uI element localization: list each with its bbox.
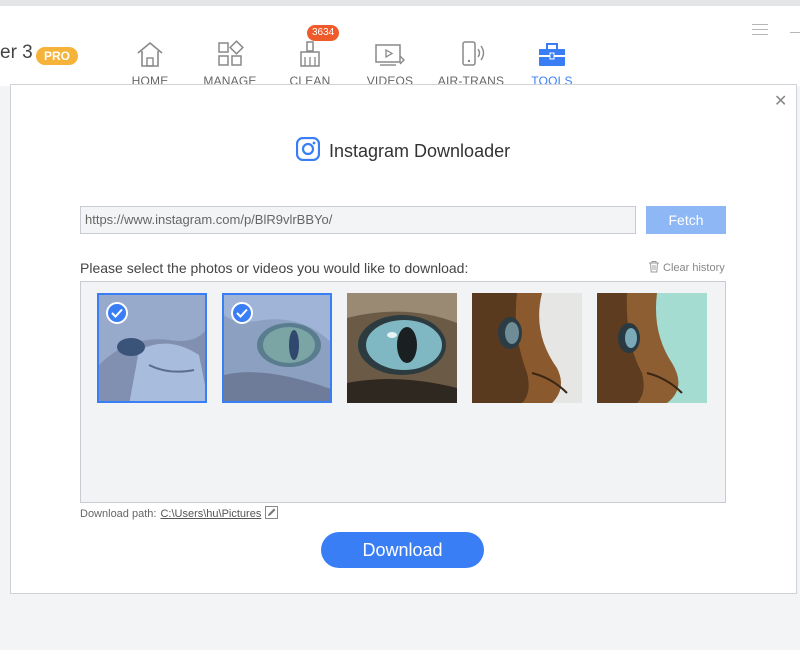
nav-manage[interactable]: MANAGE [195, 36, 265, 88]
clear-history-label: Clear history [663, 262, 725, 274]
clean-icon [275, 36, 345, 68]
clean-count-badge: 3634 [307, 25, 340, 41]
trash-icon [648, 260, 660, 276]
download-path-label: Download path: [80, 508, 157, 520]
url-input[interactable]: https://www.instagram.com/p/BlR9vlrBBYo/ [80, 206, 636, 234]
home-icon [115, 36, 185, 68]
cat-photo-image [472, 293, 582, 403]
media-grid [80, 281, 726, 503]
media-thumbnail-3[interactable] [347, 293, 457, 403]
videos-icon [355, 36, 425, 68]
media-thumbnail-4[interactable] [472, 293, 582, 403]
air-trans-icon [436, 36, 506, 68]
manage-icon [195, 36, 265, 68]
media-thumbnail-5[interactable] [597, 293, 707, 403]
download-button[interactable]: Download [321, 532, 484, 568]
clear-history-button[interactable]: Clear history [648, 260, 725, 276]
nav-videos[interactable]: VIDEOS [355, 36, 425, 88]
selected-check-icon [231, 302, 253, 324]
selected-check-icon [106, 302, 128, 324]
instagram-downloader-dialog: ✕ Instagram Downloader https://www.insta… [10, 84, 797, 594]
menu-icon[interactable] [752, 24, 768, 39]
cat-photo-image [597, 293, 707, 403]
instagram-icon [295, 136, 321, 166]
minimize-icon[interactable] [790, 32, 800, 33]
dialog-title-text: Instagram Downloader [329, 141, 511, 161]
title-bar: er 3 PRO HOME MANAGE CLEAN VIDEOS AIR-TR… [0, 0, 800, 88]
app-window: er 3 PRO HOME MANAGE CLEAN VIDEOS AIR-TR… [0, 0, 800, 650]
media-thumbnail-1[interactable] [97, 293, 207, 403]
pro-badge: PRO [36, 47, 79, 65]
fetch-button[interactable]: Fetch [646, 206, 726, 234]
dialog-title: Instagram Downloader [295, 136, 511, 166]
nav-tools[interactable]: TOOLS [517, 36, 587, 88]
download-path-row: Download path: C:\Users\hu\Pictures [80, 506, 279, 522]
nav-home[interactable]: HOME [115, 36, 185, 88]
select-prompt: Please select the photos or videos you w… [80, 260, 469, 276]
cat-photo-image [347, 293, 457, 403]
nav-air-trans[interactable]: AIR-TRANS [436, 36, 506, 88]
nav-clean[interactable]: CLEAN [275, 36, 345, 88]
download-path-link[interactable]: C:\Users\hu\Pictures [160, 508, 261, 520]
edit-icon[interactable] [265, 506, 279, 522]
app-name: er 3 [0, 42, 33, 63]
tools-icon [517, 36, 587, 68]
close-icon[interactable]: ✕ [774, 94, 787, 110]
media-thumbnail-2[interactable] [222, 293, 332, 403]
